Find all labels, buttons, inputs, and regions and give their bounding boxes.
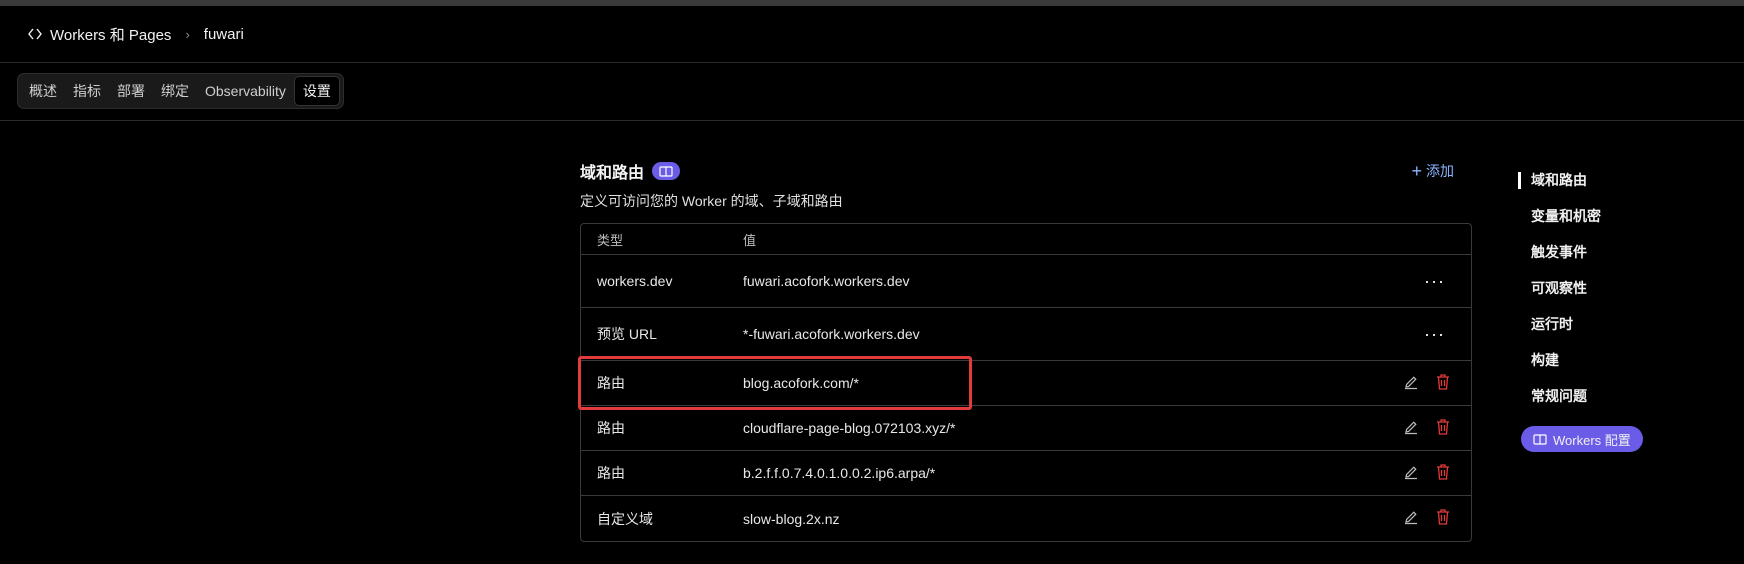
docs-book-icon[interactable] [652, 162, 681, 180]
tab-bindings[interactable]: 绑定 [153, 76, 197, 106]
docs-book-icon [1533, 433, 1547, 445]
chevron-right-icon: › [185, 26, 190, 42]
delete-trash-icon[interactable] [1435, 373, 1451, 394]
nav-variables-secrets[interactable]: 变量和机密 [1518, 198, 1718, 234]
add-button-label: 添加 [1426, 163, 1454, 179]
tab-metrics[interactable]: 指标 [65, 76, 109, 106]
breadcrumb-root-label: Workers 和 Pages [50, 26, 172, 44]
plus-icon: + [1411, 161, 1422, 181]
more-options-icon[interactable]: ··· [1424, 271, 1445, 292]
cell-value: slow-blog.2x.nz [743, 510, 840, 527]
add-button[interactable]: + 添加 [1411, 161, 1454, 181]
table-row: 预览 URL *-fuwari.acofork.workers.dev ··· [581, 308, 1471, 361]
nav-triggers[interactable]: 触发事件 [1518, 234, 1718, 270]
cell-value: *-fuwari.acofork.workers.dev [743, 326, 920, 342]
breadcrumb-current-label: fuwari [203, 25, 244, 43]
workers-config-badge[interactable]: Workers 配置 [1521, 426, 1643, 452]
cell-value: cloudflare-page-blog.072103.xyz/* [743, 420, 956, 436]
section-title: 域和路由 [580, 165, 645, 182]
workers-config-label: Workers 配置 [1553, 432, 1631, 448]
column-header-value: 值 [743, 232, 757, 248]
cell-type: 路由 [597, 375, 625, 391]
column-header-type: 类型 [597, 232, 624, 248]
cell-value: b.2.f.f.0.7.4.0.1.0.0.2.ip6.arpa/* [743, 465, 936, 481]
table-header: 类型 值 [581, 224, 1471, 255]
table-row: 路由 b.2.f.f.0.7.4.0.1.0.0.2.ip6.arpa/* [581, 451, 1471, 496]
table-row: 自定义域 slow-blog.2x.nz [581, 496, 1471, 541]
settings-nav: 域和路由 变量和机密 触发事件 可观察性 运行时 构建 常规问题 Workers… [1518, 162, 1718, 452]
nav-runtime[interactable]: 运行时 [1518, 306, 1718, 342]
workers-code-icon [26, 25, 44, 43]
domains-table: 类型 值 workers.dev fuwari.acofork.workers.… [580, 223, 1472, 542]
delete-trash-icon[interactable] [1435, 418, 1451, 439]
tab-deployments[interactable]: 部署 [109, 76, 153, 106]
delete-trash-icon[interactable] [1435, 463, 1451, 484]
tab-observability[interactable]: Observability [197, 76, 294, 106]
table-row: 路由 blog.acofork.com/* [581, 361, 1471, 406]
edit-pencil-icon[interactable] [1403, 419, 1419, 438]
tab-settings[interactable]: 设置 [293, 76, 340, 106]
breadcrumb: Workers 和 Pages › fuwari [0, 6, 1744, 63]
nav-domains-routes[interactable]: 域和路由 [1518, 162, 1718, 198]
tab-bar: 概述 指标 部署 绑定 Observability 设置 [17, 73, 344, 109]
nav-build[interactable]: 构建 [1518, 342, 1718, 378]
nav-observability[interactable]: 可观察性 [1518, 270, 1718, 306]
table-row: workers.dev fuwari.acofork.workers.dev ·… [581, 255, 1471, 308]
table-row: 路由 cloudflare-page-blog.072103.xyz/* [581, 406, 1471, 451]
edit-pencil-icon[interactable] [1403, 464, 1419, 483]
delete-trash-icon[interactable] [1435, 508, 1451, 529]
cell-type: workers.dev [597, 273, 673, 289]
tab-overview[interactable]: 概述 [21, 76, 65, 106]
cell-type: 自定义域 [597, 510, 653, 527]
domains-routes-section: 域和路由 + 添加 定义可访问您的 Worker 的域、子域和路由 类型 值 w… [580, 155, 1472, 542]
nav-general[interactable]: 常规问题 [1518, 378, 1718, 414]
more-options-icon[interactable]: ··· [1424, 324, 1445, 345]
breadcrumb-root[interactable]: Workers 和 Pages [26, 24, 171, 45]
breadcrumb-current: fuwari [204, 26, 244, 43]
tab-bar-container: 概述 指标 部署 绑定 Observability 设置 [0, 63, 1744, 121]
cell-type: 路由 [597, 420, 625, 436]
cell-type: 预览 URL [597, 326, 657, 342]
cell-value: blog.acofork.com/* [743, 375, 859, 391]
section-header: 域和路由 + 添加 [580, 155, 1472, 187]
section-description: 定义可访问您的 Worker 的域、子域和路由 [580, 193, 843, 209]
edit-pencil-icon[interactable] [1403, 509, 1419, 528]
edit-pencil-icon[interactable] [1403, 374, 1419, 393]
cell-value: fuwari.acofork.workers.dev [743, 273, 910, 289]
cell-type: 路由 [597, 465, 625, 481]
